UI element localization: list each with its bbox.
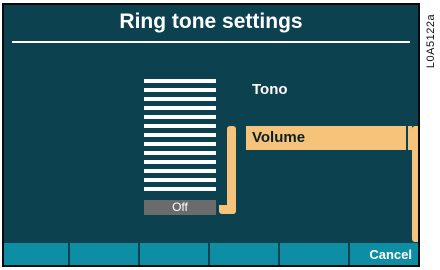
menu-category-label: Tono <box>252 81 288 98</box>
selection-frame-left <box>227 126 236 214</box>
volume-level-label: Off <box>144 200 216 215</box>
volume-level-indicator: Off <box>144 75 216 215</box>
volume-level-bar <box>144 169 216 173</box>
volume-level-bar <box>144 133 216 137</box>
volume-level-bar <box>144 124 216 128</box>
softkey-5[interactable] <box>280 243 348 265</box>
volume-level-bar <box>144 187 216 191</box>
volume-level-bar <box>144 97 216 101</box>
selection-frame-right <box>412 126 418 242</box>
menu-item-volume[interactable]: Volume <box>246 126 412 150</box>
cancel-button[interactable]: Cancel <box>350 243 418 265</box>
title-divider <box>12 41 410 43</box>
volume-level-bar <box>144 178 216 182</box>
softkey-bar: Cancel <box>4 243 418 265</box>
softkey-2[interactable] <box>70 243 138 265</box>
volume-level-bar <box>144 115 216 119</box>
softkey-3[interactable] <box>140 243 208 265</box>
selection-frame-foot <box>219 205 236 214</box>
volume-level-bar <box>144 160 216 164</box>
volume-level-bar <box>144 88 216 92</box>
volume-level-bar <box>144 106 216 110</box>
page-title: Ring tone settings <box>119 10 303 33</box>
volume-level-bar <box>144 79 216 83</box>
selection-divider <box>406 126 408 150</box>
volume-level-bar <box>144 151 216 155</box>
phone-screen: Ring tone settings Off Tono Volume Cance… <box>2 3 420 267</box>
softkey-1[interactable] <box>4 243 68 265</box>
softkey-4[interactable] <box>210 243 278 265</box>
volume-level-bar <box>144 142 216 146</box>
figure-code-text: L0A5122a <box>425 13 437 69</box>
figure-code: L0A5122a <box>422 6 440 76</box>
